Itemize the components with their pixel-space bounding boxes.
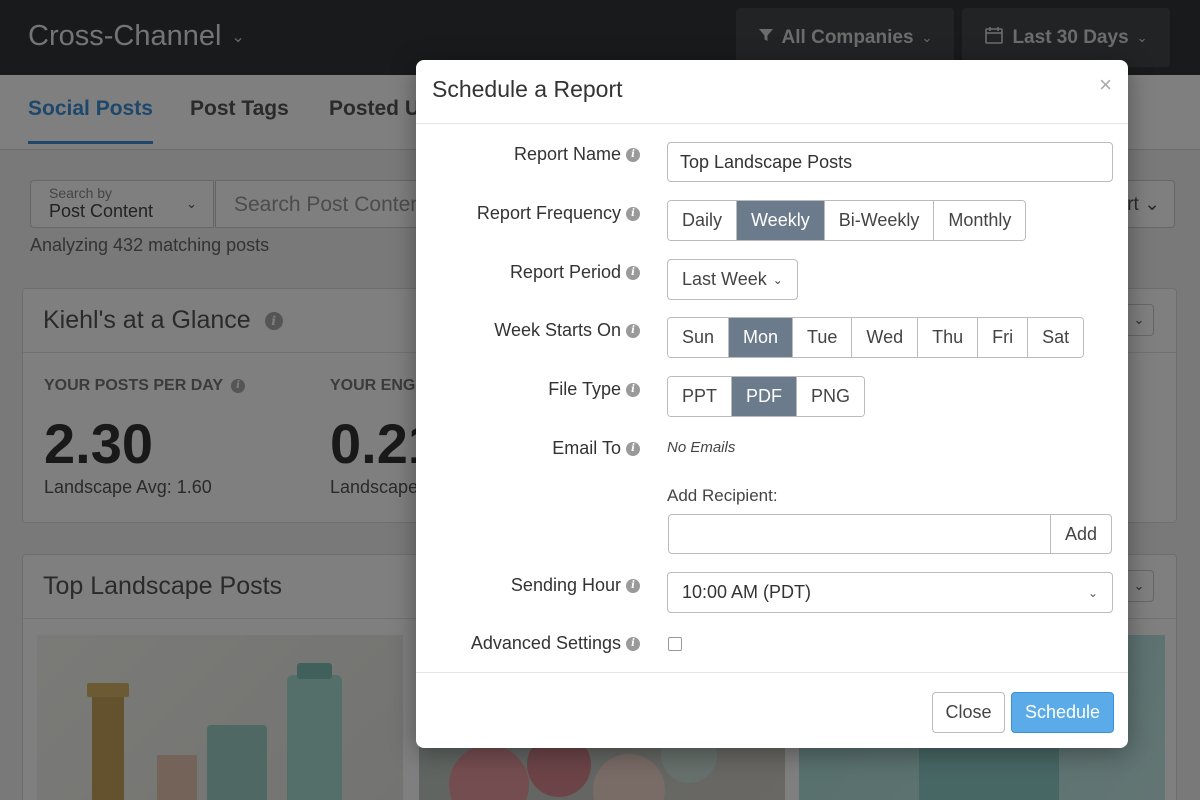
info-icon[interactable]: i xyxy=(626,382,640,397)
file-type-pdf-button[interactable]: PDF xyxy=(732,377,798,416)
advanced-settings-checkbox[interactable] xyxy=(668,637,682,651)
info-icon[interactable]: i xyxy=(626,206,640,221)
info-icon[interactable]: i xyxy=(626,147,640,162)
recipient-email-input[interactable] xyxy=(668,514,1051,554)
sending-hour-label-text: Sending Hour xyxy=(510,575,621,595)
day-tue-button[interactable]: Tue xyxy=(793,318,853,357)
email-to-label: Email To i xyxy=(552,438,640,459)
frequency-biweekly-button[interactable]: Bi-Weekly xyxy=(824,201,935,240)
sending-hour-select[interactable]: 10:00 AM (PDT) ⌄ xyxy=(667,572,1113,613)
info-icon[interactable]: i xyxy=(626,636,640,651)
frequency-button-group: Daily Weekly Bi-Weekly Monthly xyxy=(667,200,1027,241)
info-icon[interactable]: i xyxy=(626,323,640,338)
report-name-input[interactable] xyxy=(667,142,1113,182)
sending-hour-value: 10:00 AM (PDT) xyxy=(682,582,812,602)
modal-header: Schedule a Report × xyxy=(416,60,1128,124)
report-frequency-label: Report Frequency i xyxy=(477,203,640,224)
advanced-settings-label: Advanced Settings i xyxy=(471,633,640,654)
modal-title: Schedule a Report xyxy=(432,76,623,102)
week-starts-label: Week Starts On i xyxy=(494,320,640,341)
file-type-label-text: File Type xyxy=(548,379,621,399)
email-to-label-text: Email To xyxy=(552,438,621,458)
day-sun-button[interactable]: Sun xyxy=(668,318,730,357)
modal-footer-divider xyxy=(416,672,1128,673)
chevron-down-icon: ⌄ xyxy=(1087,585,1098,600)
day-thu-button[interactable]: Thu xyxy=(918,318,979,357)
no-emails-text: No Emails xyxy=(667,439,736,456)
schedule-report-modal: Schedule a Report × Report Name i Report… xyxy=(416,60,1128,748)
report-period-value: Last Week xyxy=(682,269,767,289)
report-frequency-label-text: Report Frequency xyxy=(476,203,621,223)
day-wed-button[interactable]: Wed xyxy=(852,318,919,357)
report-period-label: Report Period i xyxy=(510,262,640,283)
schedule-button[interactable]: Schedule xyxy=(1011,692,1114,733)
info-icon[interactable]: i xyxy=(626,441,640,456)
add-recipient-button[interactable]: Add xyxy=(1050,514,1112,554)
info-icon[interactable]: i xyxy=(626,578,640,593)
close-icon[interactable]: × xyxy=(1099,72,1112,98)
advanced-settings-label-text: Advanced Settings xyxy=(470,633,621,653)
week-starts-label-text: Week Starts On xyxy=(494,320,621,340)
frequency-weekly-button[interactable]: Weekly xyxy=(737,201,825,240)
file-type-png-button[interactable]: PNG xyxy=(797,377,865,416)
frequency-daily-button[interactable]: Daily xyxy=(668,201,738,240)
file-type-label: File Type i xyxy=(548,379,640,400)
info-icon[interactable]: i xyxy=(626,265,640,280)
day-sat-button[interactable]: Sat xyxy=(1028,318,1084,357)
file-type-ppt-button[interactable]: PPT xyxy=(668,377,733,416)
report-period-label-text: Report Period xyxy=(509,262,621,282)
report-name-label: Report Name i xyxy=(514,144,640,165)
close-button[interactable]: Close xyxy=(932,692,1005,733)
week-start-button-group: Sun Mon Tue Wed Thu Fri Sat xyxy=(667,317,1085,358)
file-type-button-group: PPT PDF PNG xyxy=(667,376,866,417)
day-fri-button[interactable]: Fri xyxy=(978,318,1029,357)
add-recipient-label: Add Recipient: xyxy=(667,486,778,505)
report-period-dropdown[interactable]: Last Week ⌄ xyxy=(667,259,798,300)
report-name-label-text: Report Name xyxy=(513,144,621,164)
sending-hour-label: Sending Hour i xyxy=(511,575,640,596)
day-mon-button[interactable]: Mon xyxy=(729,318,794,357)
frequency-monthly-button[interactable]: Monthly xyxy=(934,201,1026,240)
chevron-down-icon: ⌄ xyxy=(772,272,783,287)
